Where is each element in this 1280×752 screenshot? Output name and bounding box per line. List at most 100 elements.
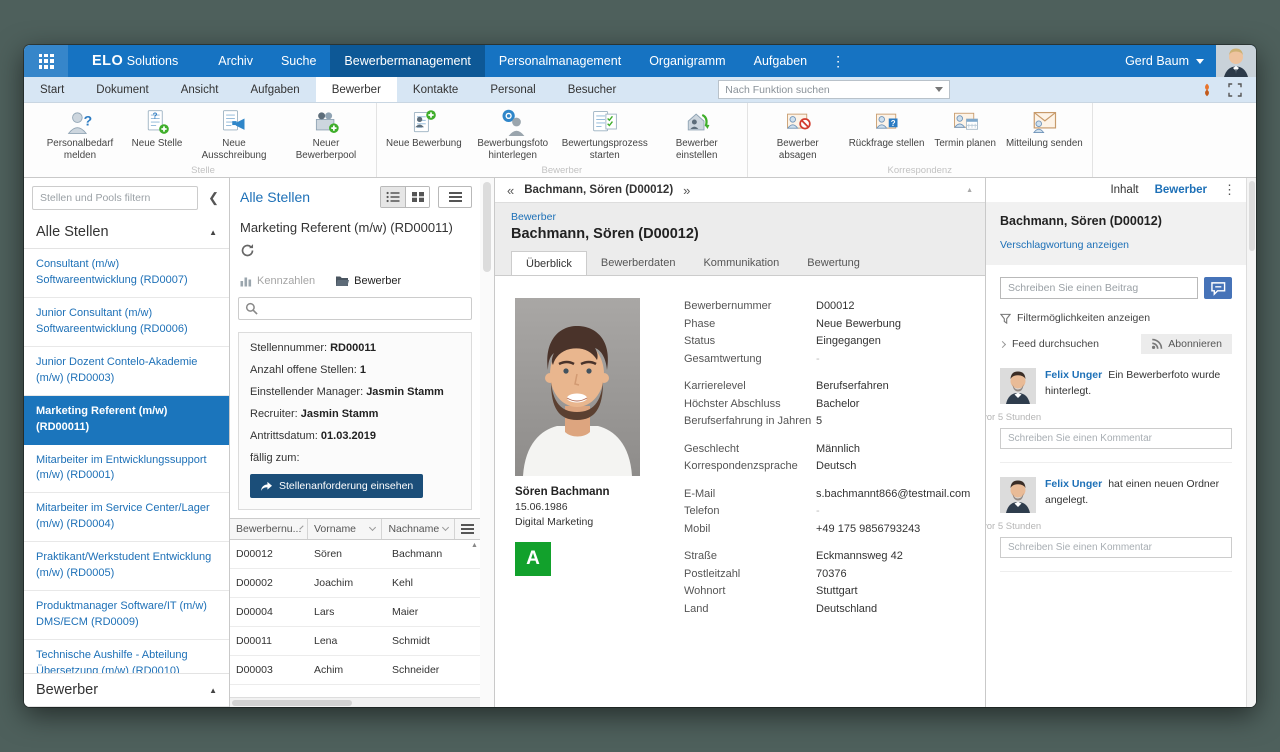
tab-kennzahlen[interactable]: Kennzahlen [240,275,315,287]
column-header-vorname[interactable]: Vorname [308,519,382,539]
user-menu[interactable]: Gerd Baum [1125,54,1204,68]
column-header-nachname[interactable]: Nachname [382,519,455,539]
position-list-item-selected[interactable]: Marketing Referent (m/w) (RD00011) [24,396,229,445]
tab-bewerber-feed[interactable]: Bewerber [1155,184,1207,196]
ribbon-button[interactable]: Neue Bewerbung [381,107,467,162]
user-avatar[interactable] [1216,45,1256,77]
positions-filter-input[interactable] [32,186,198,210]
tab-dokument[interactable]: Dokument [80,77,164,102]
column-header-bewerbernummer[interactable]: Bewerbernu... [230,519,308,539]
tab-start[interactable]: Start [24,77,80,102]
function-search-input[interactable] [725,84,935,96]
ribbon-button[interactable]: Rückfrage stellen [844,107,930,162]
menu-overflow-icon[interactable]: ⋮ [821,53,855,70]
comment-input[interactable] [1000,428,1232,449]
stellenanforderung-button[interactable]: Stellenanforderung einsehen [250,474,423,498]
tab-personal[interactable]: Personal [474,77,551,102]
verschlagwortung-link[interactable]: Verschlagwortung anzeigen [1000,239,1232,251]
ribbon-button[interactable]: Neuer Bewerberpool [280,107,372,162]
position-list-item[interactable]: Junior Dozent Contelo-Akademie (m/w) (RD… [24,347,229,396]
menu-item-archiv[interactable]: Archiv [204,45,267,77]
ribbon-button[interactable]: Bewerber absagen [752,107,844,162]
feed-user-link[interactable]: Felix Unger [1045,369,1102,381]
tab-inhalt[interactable]: Inhalt [1110,184,1138,196]
section-bewerber[interactable]: Bewerber▲ [24,673,229,707]
ribbon-button[interactable]: Mitteilung senden [1001,107,1088,162]
table-row[interactable]: D00002 Joachim Kehl [230,569,480,598]
position-list-item[interactable]: Produktmanager Software/IT (m/w) DMS/ECM… [24,591,229,640]
feed-user-link[interactable]: Felix Unger [1045,478,1102,490]
hamburger-icon [461,524,474,534]
feed-search-link[interactable]: Feed durchsuchen [1012,338,1099,350]
fullscreen-icon[interactable] [1228,83,1242,97]
list-view-button[interactable] [381,187,405,207]
breadcrumb-next-icon[interactable]: » [683,183,690,198]
refresh-button[interactable] [230,239,480,267]
table-scrollbar[interactable]: ▲ [470,542,479,697]
tab-bewertung[interactable]: Bewertung [793,251,874,276]
menu-item-bewerbermanagement[interactable]: Bewerbermanagement [330,45,484,77]
feed-user-avatar[interactable] [1000,477,1036,513]
tab-ansicht[interactable]: Ansicht [165,77,235,102]
position-list-item[interactable]: Technische Aushilfe - Abteilung Übersetz… [24,640,229,673]
position-list-item[interactable]: Consultant (m/w) Softwareentwicklung (RD… [24,249,229,298]
alle-stellen-link[interactable]: Alle Stellen [240,189,310,205]
table-menu-button[interactable] [455,519,480,539]
table-row[interactable]: D00011 Lena Schmidt [230,627,480,656]
apps-grid-button[interactable] [24,45,68,77]
breadcrumb-prev-icon[interactable]: « [507,183,514,198]
tab-aufgaben[interactable]: Aufgaben [234,77,315,102]
feed-user-avatar[interactable] [1000,368,1036,404]
grid-view-button[interactable] [405,187,429,207]
tab-bewerberdaten[interactable]: Bewerberdaten [587,251,690,276]
position-list-item[interactable]: Praktikant/Werkstudent Entwicklung (m/w)… [24,542,229,591]
tab-ueberblick[interactable]: Überblick [511,251,587,276]
post-button[interactable] [1204,277,1232,299]
position-list-item[interactable]: Junior Consultant (m/w) Softwareentwickl… [24,298,229,347]
view-toggle [380,186,430,208]
menu-item-personalmanagement[interactable]: Personalmanagement [485,45,635,77]
share-arrow-icon [260,481,273,492]
scroll-up-icon[interactable]: ▲ [966,187,973,194]
table-horizontal-scrollbar[interactable] [230,697,480,707]
elo-workflow-icon[interactable] [1200,83,1214,97]
ribbon-button-icon [143,108,171,136]
tab-bewerber[interactable]: Bewerber [316,77,397,102]
ribbon-button[interactable]: Termin planen [929,107,1001,162]
feed-menu-icon[interactable]: ⋮ [1223,182,1236,198]
window-scrollbar[interactable] [1246,178,1256,707]
ribbon-tab-bar: Start Dokument Ansicht Aufgaben Bewerber… [24,77,1256,103]
ribbon-button[interactable]: Personalbedarf melden [34,107,126,162]
tab-kommunikation[interactable]: Kommunikation [689,251,793,276]
table-row[interactable]: D00004 Lars Maier [230,598,480,627]
post-input[interactable] [1000,277,1198,299]
position-list-item[interactable]: Mitarbeiter im Service Center/Lager (m/w… [24,493,229,542]
subscribe-button[interactable]: Abonnieren [1141,334,1232,354]
table-row[interactable]: D00003 Achim Schneider [230,656,480,685]
ribbon-button[interactable]: Bewertungsprozess starten [559,107,651,162]
applicant-search-input[interactable] [263,303,465,315]
tab-kontakte[interactable]: Kontakte [397,77,474,102]
category-link[interactable]: Bewerber [511,211,969,223]
menu-item-organigramm[interactable]: Organigramm [635,45,739,77]
chevron-down-icon[interactable] [935,87,943,92]
sidebar-collapse-icon[interactable]: ❮ [204,190,223,206]
menu-item-suche[interactable]: Suche [267,45,330,77]
panel-menu-button[interactable] [438,186,472,208]
ribbon-button[interactable]: Neue Ausschreibung [188,107,280,162]
menu-item-aufgaben[interactable]: Aufgaben [740,45,822,77]
filter-options-link[interactable]: Filtermöglichkeiten anzeigen [1000,312,1232,324]
tab-bewerber-list[interactable]: Bewerber [335,275,401,287]
position-title: Marketing Referent (m/w) (RD00011) [230,212,480,239]
ribbon-button[interactable]: Neue Stelle [126,107,188,162]
comment-input[interactable] [1000,537,1232,558]
position-list-item[interactable]: Mitarbeiter im Entwicklungssupport (m/w)… [24,445,229,494]
ribbon-button[interactable]: Bewerber einstellen [651,107,743,162]
table-row[interactable]: D00012 Sören Bachmann [230,540,480,569]
tab-besucher[interactable]: Besucher [552,77,633,102]
filter-icon [1000,313,1011,324]
position-detail-panel: Alle Stellen Marketing Referent (m/w) (R… [230,178,480,707]
ribbon-button[interactable]: Bewerbungsfoto hinterlegen [467,107,559,162]
panel-scrollbar[interactable] [480,178,495,707]
section-alle-stellen[interactable]: Alle Stellen▲ [24,216,229,249]
